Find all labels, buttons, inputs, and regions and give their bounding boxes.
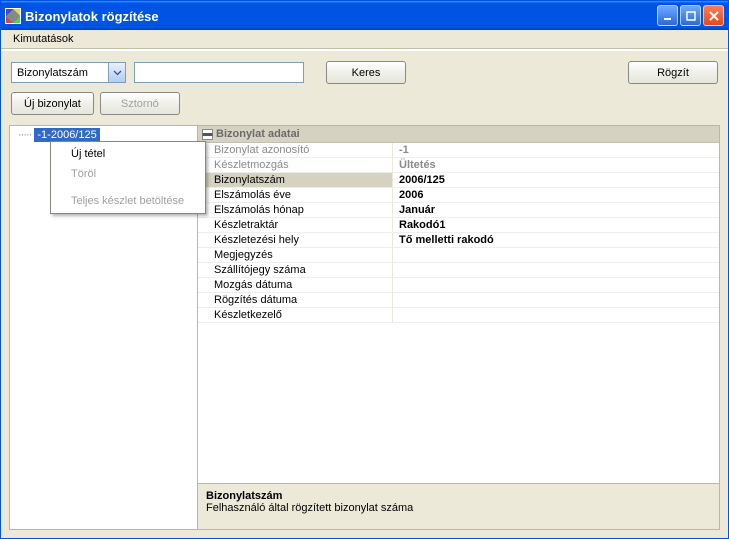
titlebar: Bizonylatok rögzítése	[1, 1, 728, 30]
propgrid-label[interactable]: Szállítójegy száma	[198, 263, 393, 277]
propgrid-label[interactable]: Megjegyzés	[198, 248, 393, 262]
propgrid-value[interactable]	[393, 248, 719, 262]
main-split: ····· -1-2006/125 Új tétel Töröl Teljes …	[9, 125, 720, 530]
collapse-icon[interactable]: ▬	[202, 129, 213, 140]
propgrid-row[interactable]: Bizonylat azonosító-1	[198, 143, 719, 158]
propgrid-header[interactable]: ▬ Bizonylat adatai	[198, 126, 719, 143]
tree-expand-icon[interactable]: ·····	[18, 129, 31, 141]
propgrid-label[interactable]: Rögzítés dátuma	[198, 293, 393, 307]
propgrid-rows: Bizonylat azonosító-1KészletmozgásÜlteté…	[198, 143, 719, 323]
search-field-combo[interactable]: Bizonylatszám	[11, 62, 126, 83]
description-title: Bizonylatszám	[206, 490, 711, 502]
window-buttons	[657, 5, 724, 26]
propgrid-label[interactable]: Mozgás dátuma	[198, 278, 393, 292]
propgrid-value[interactable]	[393, 263, 719, 277]
propgrid-value[interactable]	[393, 293, 719, 307]
propgrid-row[interactable]: Készletkezelő	[198, 308, 719, 323]
propgrid-row[interactable]: Elszámolás hónapJanuár	[198, 203, 719, 218]
propgrid-row[interactable]: KészletraktárRakodó1	[198, 218, 719, 233]
ctx-torol: Töröl	[53, 164, 203, 184]
propgrid-label[interactable]: Bizonylat azonosító	[198, 143, 393, 157]
toolbar-area: Bizonylatszám Keres Rögzít Új bizonylat …	[1, 49, 728, 125]
propgrid-row[interactable]: Megjegyzés	[198, 248, 719, 263]
minimize-button[interactable]	[657, 5, 678, 26]
ctx-separator	[55, 187, 201, 188]
search-input[interactable]	[134, 62, 304, 83]
propgrid-value[interactable]: Tő melletti rakodó	[393, 233, 719, 247]
propgrid-row[interactable]: KészletmozgásÜltetés	[198, 158, 719, 173]
ctx-uj-tetel[interactable]: Új tétel	[53, 144, 203, 164]
ctx-teljes: Teljes készlet betöltése	[53, 191, 203, 211]
propgrid-row[interactable]: Szállítójegy száma	[198, 263, 719, 278]
propgrid-value[interactable]: Január	[393, 203, 719, 217]
combo-value: Bizonylatszám	[12, 65, 108, 81]
description-text: Felhasználó által rögzített bizonylat sz…	[206, 502, 711, 514]
property-grid[interactable]: ▬ Bizonylat adatai Bizonylat azonosító-1…	[198, 126, 719, 483]
propgrid-value[interactable]: Rakodó1	[393, 218, 719, 232]
maximize-button[interactable]	[680, 5, 701, 26]
rogzit-button[interactable]: Rögzít	[628, 61, 718, 84]
context-menu: Új tétel Töröl Teljes készlet betöltése	[50, 141, 206, 214]
close-button[interactable]	[703, 5, 724, 26]
propgrid-value[interactable]	[393, 278, 719, 292]
sztorno-button: Sztornó	[100, 92, 180, 115]
right-pane: ▬ Bizonylat adatai Bizonylat azonosító-1…	[197, 125, 720, 530]
propgrid-label[interactable]: Készletmozgás	[198, 158, 393, 172]
propgrid-label[interactable]: Elszámolás éve	[198, 188, 393, 202]
maximize-icon	[685, 10, 697, 22]
propgrid-label[interactable]: Bizonylatszám	[198, 173, 393, 187]
minimize-icon	[662, 10, 674, 22]
app-icon	[5, 8, 21, 24]
tree-panel[interactable]: ····· -1-2006/125 Új tétel Töröl Teljes …	[9, 125, 197, 530]
propgrid-row[interactable]: Készletezési helyTő melletti rakodó	[198, 233, 719, 248]
uj-bizonylat-button[interactable]: Új bizonylat	[11, 92, 94, 115]
propgrid-value[interactable]: -1	[393, 143, 719, 157]
close-icon	[708, 10, 720, 22]
propgrid-row[interactable]: Elszámolás éve2006	[198, 188, 719, 203]
menu-kimutatasok[interactable]: Kimutatások	[7, 31, 80, 47]
propgrid-label[interactable]: Készletkezelő	[198, 308, 393, 322]
description-pane: Bizonylatszám Felhasználó által rögzítet…	[198, 483, 719, 529]
main-window: Bizonylatok rögzítése Kimutatások Bizony…	[0, 0, 729, 539]
propgrid-value[interactable]: 2006/125	[393, 173, 719, 187]
propgrid-label[interactable]: Elszámolás hónap	[198, 203, 393, 217]
chevron-down-icon[interactable]	[108, 63, 125, 82]
keres-button[interactable]: Keres	[326, 61, 406, 84]
menubar: Kimutatások	[1, 30, 728, 49]
propgrid-label[interactable]: Készletezési hely	[198, 233, 393, 247]
propgrid-value[interactable]: Ültetés	[393, 158, 719, 172]
tree-root: ····· -1-2006/125	[18, 129, 197, 141]
propgrid-header-label: Bizonylat adatai	[216, 128, 300, 140]
action-row: Új bizonylat Sztornó	[11, 92, 718, 115]
propgrid-row[interactable]: Mozgás dátuma	[198, 278, 719, 293]
propgrid-value[interactable]	[393, 308, 719, 322]
propgrid-value[interactable]: 2006	[393, 188, 719, 202]
window-title: Bizonylatok rögzítése	[25, 8, 657, 24]
tree-node-selected[interactable]: -1-2006/125	[34, 128, 99, 142]
propgrid-row[interactable]: Bizonylatszám2006/125	[198, 173, 719, 188]
search-row: Bizonylatszám Keres Rögzít	[11, 61, 718, 84]
propgrid-row[interactable]: Rögzítés dátuma	[198, 293, 719, 308]
propgrid-label[interactable]: Készletraktár	[198, 218, 393, 232]
